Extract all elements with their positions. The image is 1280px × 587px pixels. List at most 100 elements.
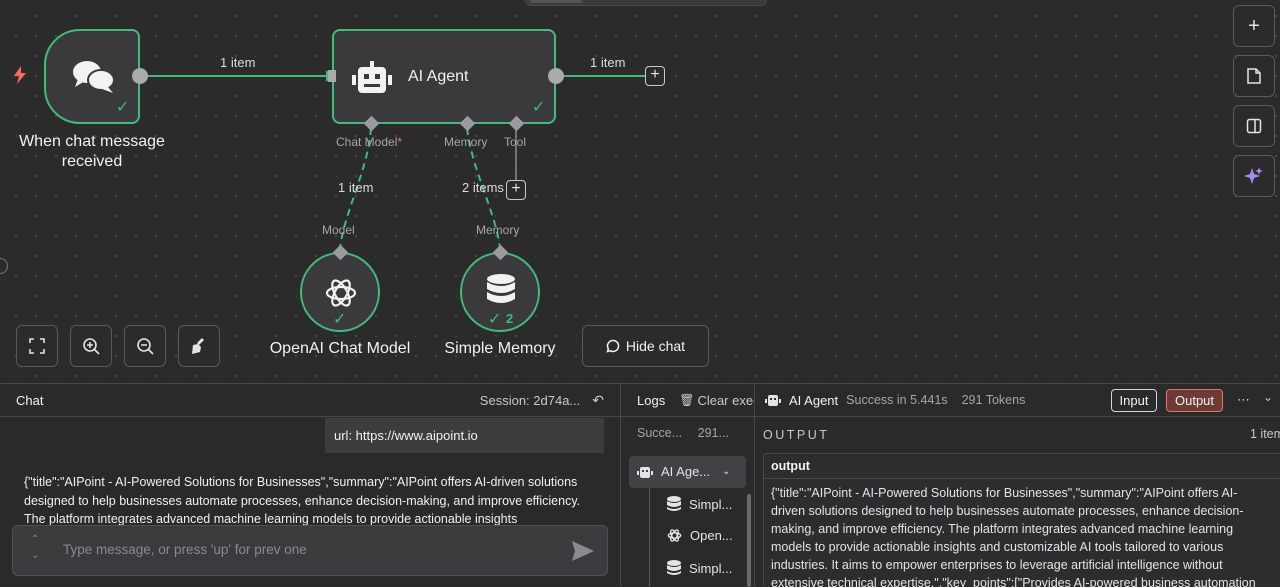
openai-node-label: OpenAI Chat Model (269, 340, 411, 357)
reset-session-icon[interactable]: ↶ (592, 392, 604, 409)
logs-header: Logs 🗑 Clear exec (621, 384, 754, 417)
send-icon[interactable] (572, 541, 594, 561)
memory-node-label: Simple Memory (444, 340, 556, 357)
edge-label-memory: 2 items (462, 180, 504, 195)
output-status: Success in 5.441s (846, 393, 948, 407)
collapse-chevron-icon[interactable]: ⌄ (1263, 390, 1273, 404)
bottom-panel: Chat Session: 2d74a... ↶ url: https://ww… (0, 383, 1280, 587)
success-check-icon: ✓ (333, 311, 347, 328)
chat-panel: Chat Session: 2d74a... ↶ url: https://ww… (0, 384, 621, 587)
panel-icon (1246, 118, 1262, 134)
robot-icon (637, 466, 653, 478)
logs-scrollbar[interactable] (747, 494, 751, 587)
logs-tokens: 291... (697, 426, 729, 440)
add-tool-button[interactable]: + (506, 180, 526, 200)
logs-status: Succe... (637, 426, 683, 440)
openai-icon (667, 529, 682, 542)
tool-port-label: Tool (504, 135, 527, 149)
chat-icon (606, 339, 620, 353)
log-item-simple-memory[interactable]: Simpl... (667, 496, 732, 512)
fit-view-icon (29, 338, 45, 354)
user-message: url: https://www.aipoint.io (325, 418, 604, 453)
ai-agent-node[interactable]: AI Agent ✓ (332, 29, 556, 124)
agent-node-title: AI Agent (408, 68, 469, 85)
success-check-icon: ✓ (532, 99, 546, 116)
trigger-output-port[interactable] (132, 68, 148, 84)
log-item-ai-agent[interactable]: AI Age... ⌄ (637, 464, 731, 479)
robot-icon (765, 395, 781, 406)
chevron-down-icon[interactable]: ⌄ (722, 466, 730, 477)
trash-icon[interactable]: 🗑 (679, 393, 694, 407)
success-check-icon: ✓ (116, 99, 130, 116)
chat-input[interactable]: ⌃ ⌄ Type message, or press 'up' for prev … (12, 525, 608, 576)
trigger-node-label: When chat message received (19, 133, 165, 170)
output-section-title: OUTPUT (763, 428, 830, 442)
output-tab-button[interactable]: Output (1166, 389, 1223, 412)
sticky-note-button[interactable] (1233, 55, 1275, 97)
log-item-label: Simpl... (689, 560, 733, 576)
zoom-out-button[interactable] (124, 325, 166, 367)
output-header: AI Agent Success in 5.441s 291 Tokens In… (755, 384, 1280, 417)
add-node-panel-button[interactable]: + (1233, 5, 1275, 47)
edge-label-trigger: 1 item (220, 55, 256, 70)
database-icon (667, 496, 681, 511)
database-icon (486, 274, 516, 313)
chat-title: Chat (16, 392, 44, 408)
input-tab-button[interactable]: Input (1111, 389, 1157, 412)
workflow-canvas[interactable]: ✓ When chat message received 1 item AI A… (0, 0, 1280, 383)
simple-memory-node[interactable]: ✓ 2 (460, 252, 540, 332)
session-id[interactable]: Session: 2d74a... (480, 393, 580, 408)
output-value[interactable]: {"title":"AIPoint - AI-Powered Solutions… (764, 479, 1264, 587)
chat-header: Chat Session: 2d74a... ↶ (0, 384, 620, 417)
plus-icon: + (1248, 14, 1260, 37)
zoom-in-button[interactable] (70, 325, 112, 367)
output-tokens: 291 Tokens (961, 393, 1026, 407)
output-panel: AI Agent Success in 5.441s 291 Tokens In… (755, 384, 1280, 587)
hide-chat-label: Hide chat (625, 338, 686, 354)
logs-panel: Logs 🗑 Clear exec Succe... 291... AI Age… (621, 384, 755, 587)
toggle-panel-button[interactable] (1233, 105, 1275, 147)
tidy-up-button[interactable] (178, 325, 220, 367)
zoom-out-icon (137, 338, 154, 355)
logs-summary: Succe... 291... (637, 426, 729, 440)
chat-trigger-node[interactable]: ✓ (44, 29, 140, 124)
output-node-name: AI Agent (789, 392, 839, 408)
run-count: 2 (506, 311, 514, 326)
memory-node-port-label: Memory (476, 223, 520, 237)
broom-icon (192, 338, 204, 354)
more-options-icon[interactable]: ⋯ (1237, 392, 1250, 408)
agent-input-port[interactable] (328, 70, 336, 82)
agent-output-port[interactable] (548, 68, 564, 84)
sparkle-icon (1244, 167, 1263, 184)
trigger-bolt-icon (12, 66, 28, 89)
log-item-simple-memory-2[interactable]: Simpl... (667, 560, 732, 576)
fit-view-button[interactable] (16, 325, 58, 367)
ai-assistant-button[interactable] (1233, 155, 1275, 197)
bot-message: {"title":"AIPoint - AI-Powered Solutions… (24, 475, 581, 525)
log-item-label: Simpl... (689, 496, 733, 512)
note-icon (1247, 68, 1261, 84)
chat-input-placeholder[interactable]: Type message, or press 'up' for prev one (63, 542, 307, 557)
chat-bubbles-icon (72, 59, 116, 100)
logs-title: Logs (637, 392, 666, 408)
add-node-button[interactable]: + (645, 66, 665, 86)
robot-icon (352, 61, 392, 100)
success-check-icon: ✓ (488, 311, 502, 328)
memory-port-label: Memory (444, 135, 488, 149)
log-item-openai[interactable]: Open... (667, 528, 733, 543)
chat-model-port-label: Chat Model* (336, 135, 403, 149)
output-table: output {"title":"AIPoint - AI-Powered So… (763, 453, 1280, 587)
tree-line (649, 488, 650, 587)
zoom-in-icon (83, 338, 100, 355)
hide-chat-button[interactable]: Hide chat (582, 325, 709, 367)
edge-label-agent-out: 1 item (590, 55, 626, 70)
clear-execution-button[interactable]: Clear exec (697, 393, 754, 408)
log-item-label: Open... (690, 528, 733, 543)
log-item-label: AI Age... (661, 464, 711, 479)
openai-chat-model-node[interactable]: ✓ (300, 252, 380, 332)
output-column-header: output (764, 454, 1280, 479)
output-item-count: 1 item (1250, 427, 1280, 441)
database-icon (667, 560, 681, 575)
history-arrows-icon[interactable]: ⌃ ⌄ (31, 532, 39, 564)
openai-port-label: Model (322, 223, 355, 237)
